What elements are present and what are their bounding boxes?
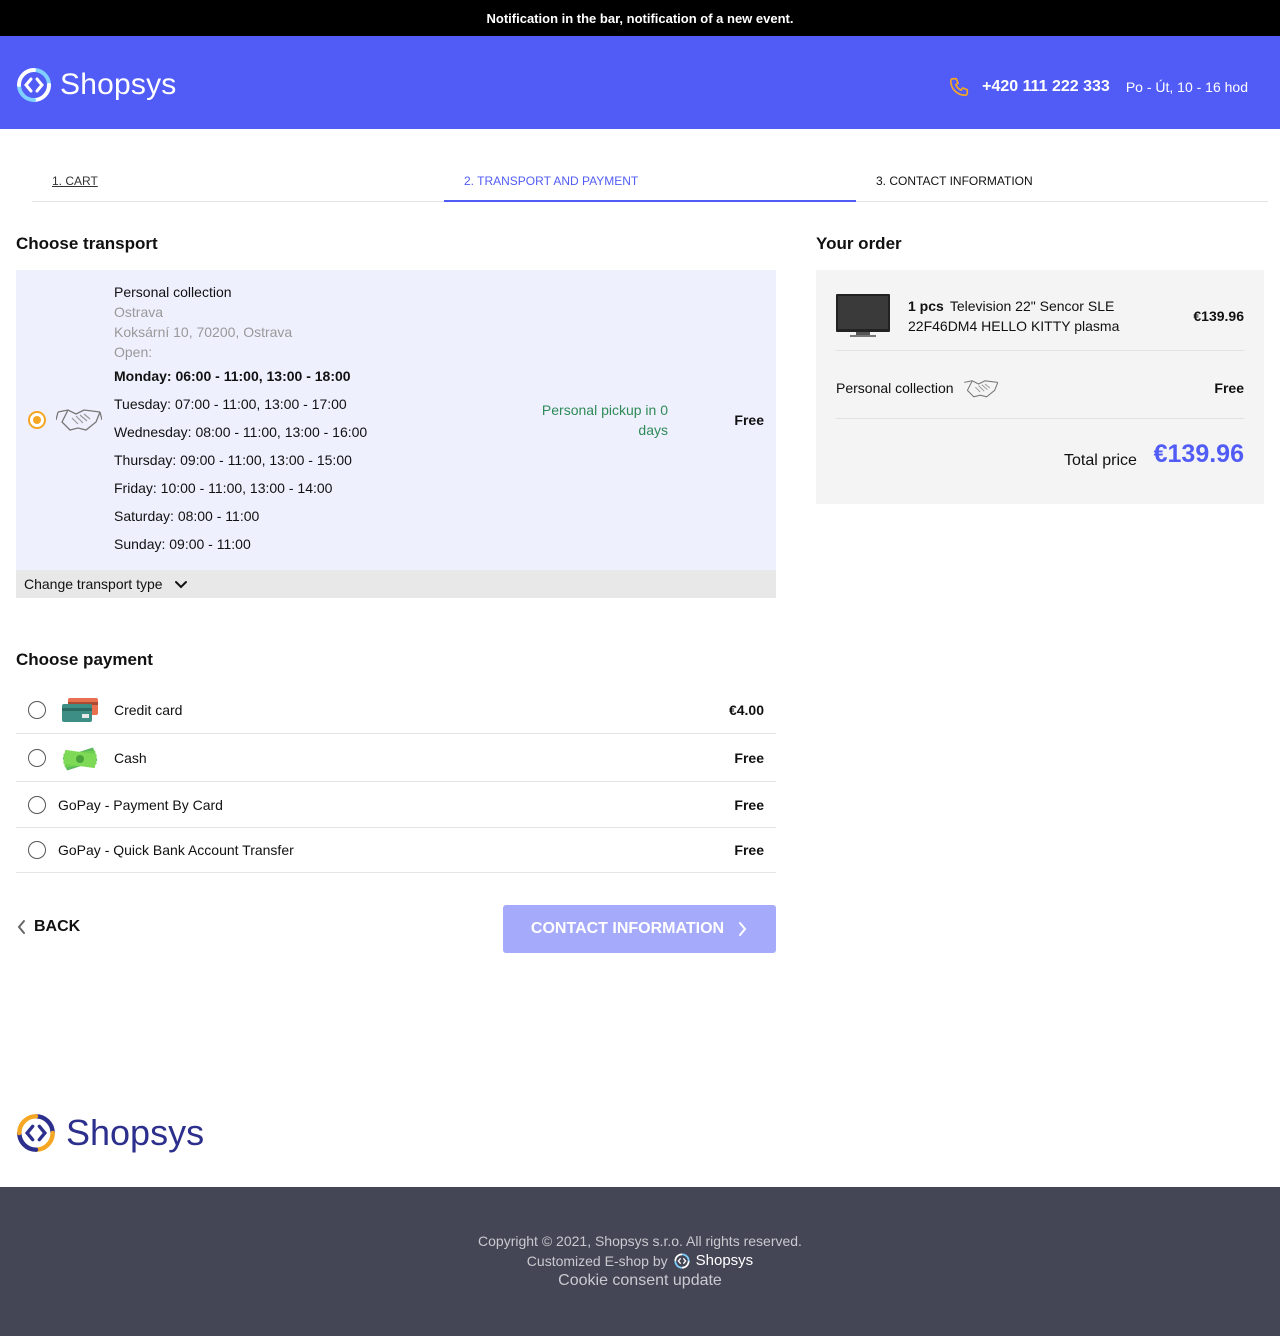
payment-radio-credit-card[interactable] xyxy=(28,701,46,719)
chevron-left-icon xyxy=(17,920,25,934)
payment-option-cash[interactable]: Cash Free xyxy=(16,734,776,782)
step-contact-information: 3. CONTACT INFORMATION xyxy=(856,162,1268,202)
copyright-text: Copyright © 2021, Shopsys s.r.o. All rig… xyxy=(478,1233,802,1249)
shopsys-logo-icon xyxy=(17,68,51,102)
opening-day-saturday: Saturday: 08:00 - 11:00 xyxy=(114,508,260,524)
customized-by-label: Customized E-shop by xyxy=(526,1252,668,1269)
television-product-image xyxy=(836,294,890,337)
transport-radio[interactable] xyxy=(28,411,46,429)
notification-bar: Notification in the bar, notification of… xyxy=(0,0,1280,36)
cookie-consent-link[interactable]: Cookie consent update xyxy=(0,1272,1280,1290)
payment-label-credit-card: Credit card xyxy=(114,702,183,718)
contact-information-button[interactable]: CONTACT INFORMATION xyxy=(503,905,776,953)
step-cart-label[interactable]: 1. CART xyxy=(52,174,98,188)
order-heading: Your order xyxy=(816,234,902,253)
step-transport-payment: 2. TRANSPORT AND PAYMENT xyxy=(444,162,856,202)
payment-radio-gopay-bank-transfer[interactable] xyxy=(28,841,46,859)
back-label: BACK xyxy=(34,918,81,935)
transport-open-label: Open: xyxy=(114,344,153,360)
transport-delivery-time: Personal pickup in 0 days xyxy=(541,402,668,438)
payment-label-gopay-card: GoPay - Payment By Card xyxy=(58,797,223,813)
payment-price-gopay-bank-transfer: Free xyxy=(734,842,764,858)
payment-radio-cash[interactable] xyxy=(28,749,46,767)
chevron-down-icon xyxy=(174,581,187,589)
header-logo[interactable]: Shopsys xyxy=(16,67,176,103)
site-header: Shopsys +420 111 222 333 Po - Út, 10 - 1… xyxy=(0,36,1280,129)
change-transport-type-toggle[interactable]: Change transport type xyxy=(16,570,776,598)
order-transport-price: Free xyxy=(1214,380,1244,396)
transport-city: Ostrava xyxy=(114,304,164,320)
footer-logo-text: Shopsys xyxy=(66,1112,205,1153)
order-total-label: Total price xyxy=(1064,452,1137,469)
handshake-icon xyxy=(56,409,102,431)
payment-option-gopay-bank-transfer[interactable]: GoPay - Quick Bank Account Transfer Free xyxy=(16,828,776,873)
order-item-quantity: 1 pcs xyxy=(908,298,944,314)
back-button[interactable]: BACK xyxy=(16,918,80,936)
opening-day-wednesday: Wednesday: 08:00 - 11:00, 13:00 - 16:00 xyxy=(114,424,368,440)
order-summary: 1 pcs Television 22" Sencor SLE 22F46DM4 … xyxy=(816,270,1264,504)
order-item-description: 1 pcs Television 22" Sencor SLE 22F46DM4 … xyxy=(908,296,1138,336)
step-cart[interactable]: 1. CART xyxy=(32,162,444,202)
shopsys-small-logo-icon xyxy=(674,1252,690,1269)
step-transport-payment-label: 2. TRANSPORT AND PAYMENT xyxy=(464,174,639,188)
opening-day-sunday: Sunday: 09:00 - 11:00 xyxy=(114,536,251,552)
transport-name: Personal collection xyxy=(114,284,232,300)
footer-logo[interactable]: Shopsys xyxy=(16,1112,204,1154)
customized-by: Customized E-shop by Shopsys xyxy=(0,1252,1280,1269)
site-footer: Copyright © 2021, Shopsys s.r.o. All rig… xyxy=(0,1187,1280,1336)
order-divider xyxy=(836,418,1244,419)
step-contact-label: 3. CONTACT INFORMATION xyxy=(876,174,1033,188)
payment-heading: Choose payment xyxy=(16,650,153,669)
payment-option-credit-card[interactable]: Credit card €4.00 xyxy=(16,686,776,734)
order-transport-name: Personal collection xyxy=(836,380,954,396)
payment-radio-gopay-card[interactable] xyxy=(28,796,46,814)
opening-hours: Po - Út, 10 - 16 hod xyxy=(1125,79,1248,95)
payment-label-cash: Cash xyxy=(114,750,147,766)
order-item-price: €139.96 xyxy=(1193,308,1244,324)
handshake-icon xyxy=(964,380,999,398)
notification-text: Notification in the bar, notification of… xyxy=(486,10,794,26)
opening-day-thursday: Thursday: 09:00 - 11:00, 13:00 - 15:00 xyxy=(114,452,352,468)
transport-heading: Choose transport xyxy=(16,234,158,253)
checkout-steps: 1. CART 2. TRANSPORT AND PAYMENT 3. CONT… xyxy=(32,162,1268,202)
transport-option-personal-collection[interactable]: Personal collection Ostrava Koksární 10,… xyxy=(16,270,776,570)
payment-label-gopay-bank-transfer: GoPay - Quick Bank Account Transfer xyxy=(58,842,294,858)
opening-day-monday: Monday: 06:00 - 11:00, 13:00 - 18:00 xyxy=(114,368,351,384)
opening-day-friday: Friday: 10:00 - 11:00, 13:00 - 14:00 xyxy=(114,480,333,496)
shopsys-logo-icon xyxy=(17,1114,55,1152)
header-contact: +420 111 222 333 Po - Út, 10 - 16 hod xyxy=(948,76,1248,98)
payment-price-gopay-card: Free xyxy=(734,797,764,813)
credit-card-icon xyxy=(62,698,98,722)
contact-information-label: CONTACT INFORMATION xyxy=(530,920,725,937)
transport-price: Free xyxy=(734,412,764,428)
phone-icon xyxy=(950,77,969,97)
phone-number[interactable]: +420 111 222 333 xyxy=(982,78,1110,96)
payment-price-cash: Free xyxy=(734,750,764,766)
logo-text: Shopsys xyxy=(60,68,177,101)
order-total-value: €139.96 xyxy=(1153,440,1244,468)
payment-price-credit-card: €4.00 xyxy=(728,702,764,718)
change-transport-label: Change transport type xyxy=(24,576,163,592)
opening-day-tuesday: Tuesday: 07:00 - 11:00, 13:00 - 17:00 xyxy=(114,396,347,412)
payment-option-gopay-card[interactable]: GoPay - Payment By Card Free xyxy=(16,782,776,828)
customized-by-brand[interactable]: Shopsys xyxy=(696,1252,754,1269)
transport-address: Koksární 10, 70200, Ostrava xyxy=(114,324,293,340)
order-divider xyxy=(836,350,1244,351)
cash-icon xyxy=(62,747,98,771)
chevron-right-icon xyxy=(739,922,747,936)
